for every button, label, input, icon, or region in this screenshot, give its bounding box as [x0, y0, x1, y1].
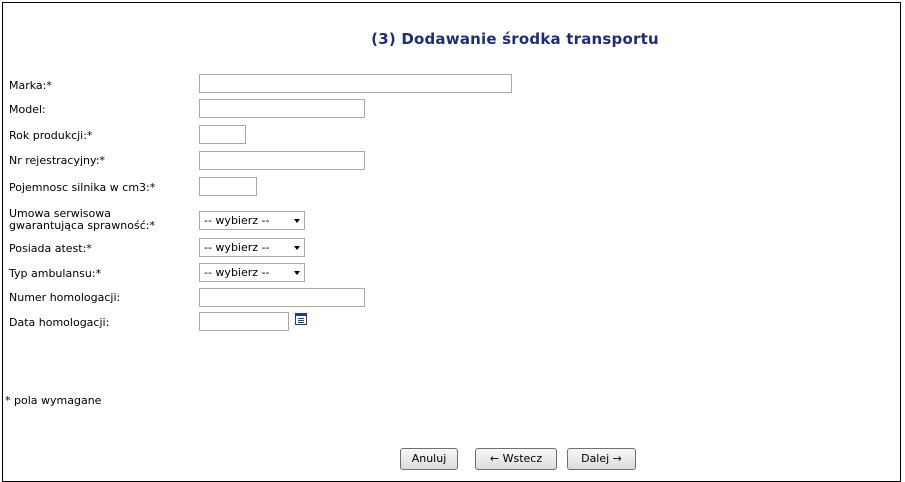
label-marka: Marka:*: [9, 79, 52, 92]
marka-input[interactable]: [199, 74, 512, 93]
next-button[interactable]: Dalej →: [567, 448, 636, 470]
pojemnosc-input[interactable]: [199, 177, 257, 196]
label-data-homologacji: Data homologacji:: [9, 316, 110, 329]
nr-rejestracyjny-input[interactable]: [199, 151, 365, 170]
calendar-icon[interactable]: [295, 313, 307, 325]
data-homologacji-input[interactable]: [199, 312, 289, 331]
chevron-down-icon: [294, 219, 300, 223]
atest-select-value: -- wybierz --: [204, 241, 270, 254]
label-model: Model:: [9, 103, 46, 116]
label-numer-homologacji: Numer homologacji:: [9, 291, 121, 304]
atest-select[interactable]: -- wybierz --: [199, 238, 305, 257]
typ-ambulansu-select[interactable]: -- wybierz --: [199, 263, 305, 282]
label-nr-rejestracyjny: Nr rejestracyjny:*: [9, 154, 105, 167]
typ-ambulansu-select-value: -- wybierz --: [204, 266, 270, 279]
label-typ-ambulansu: Typ ambulansu:*: [9, 267, 102, 280]
numer-homologacji-input[interactable]: [199, 288, 365, 307]
rok-produkcji-input[interactable]: [199, 125, 246, 144]
label-atest: Posiada atest:*: [9, 242, 92, 255]
umowa-select-value: -- wybierz --: [204, 214, 270, 227]
label-pojemnosc: Pojemnosc silnika w cm3:*: [9, 181, 156, 194]
page-title: (3) Dodawanie środka transportu: [371, 30, 659, 48]
umowa-select[interactable]: -- wybierz --: [199, 211, 305, 230]
label-rok-produkcji: Rok produkcji:*: [9, 129, 93, 142]
chevron-down-icon: [294, 246, 300, 250]
model-input[interactable]: [199, 99, 365, 118]
label-umowa-line2: gwarantująca sprawność:*: [9, 219, 155, 232]
chevron-down-icon: [294, 271, 300, 275]
required-fields-note: * pola wymagane: [5, 394, 102, 407]
back-button[interactable]: ← Wstecz: [475, 448, 557, 470]
cancel-button[interactable]: Anuluj: [400, 448, 458, 470]
